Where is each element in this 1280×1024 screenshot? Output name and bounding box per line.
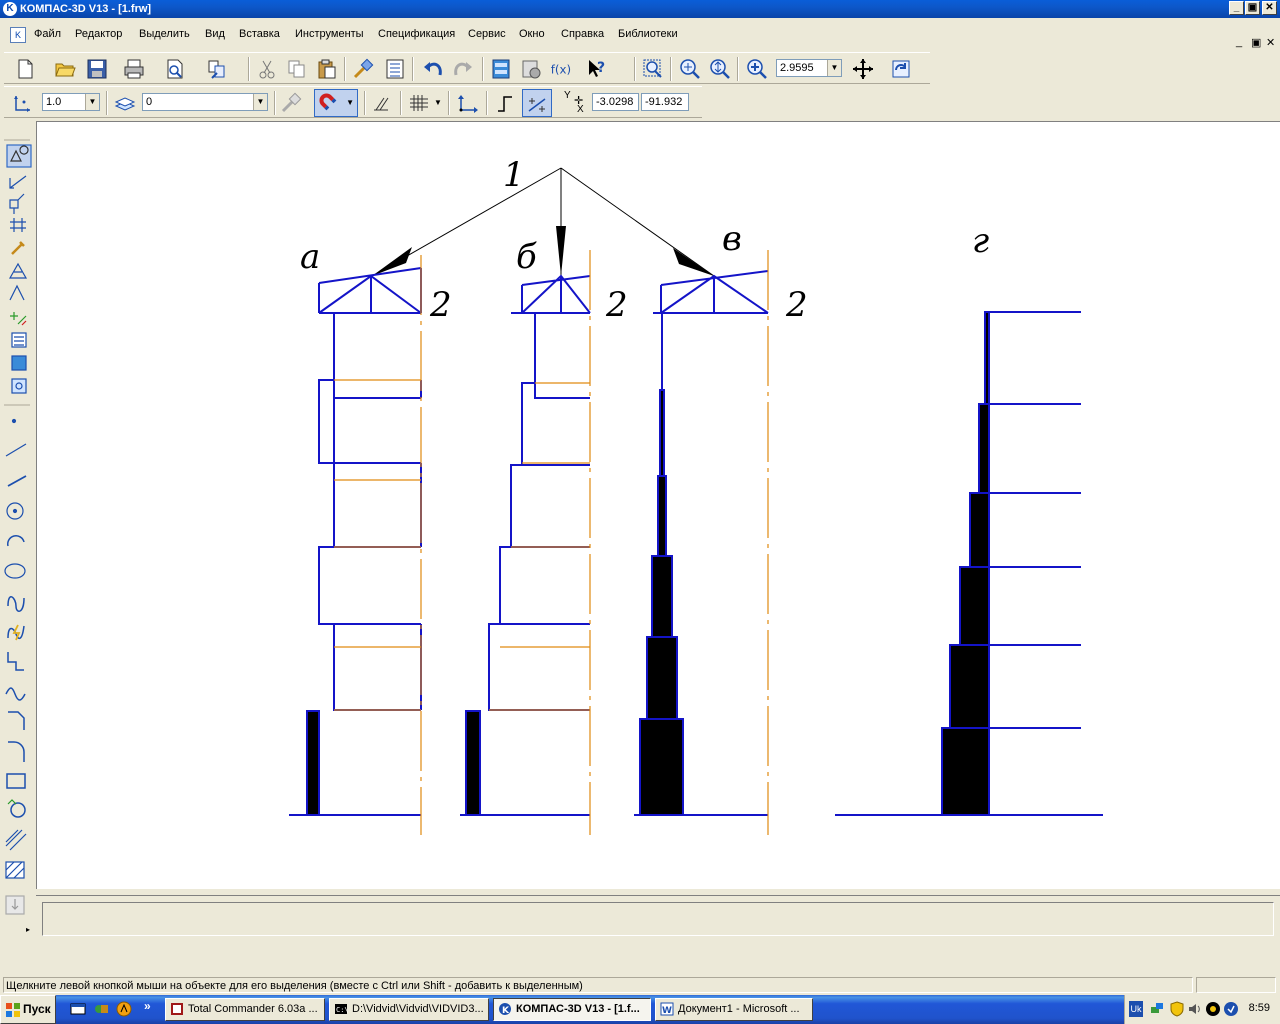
word-icon: W [660,1002,674,1016]
figure-a-fill [306,710,320,816]
quick-launch-more[interactable]: » [144,999,151,1013]
arrowhead [673,248,714,276]
start-label: Пуск [23,1002,51,1016]
measure-icon[interactable] [8,262,28,279]
designations-icon[interactable] [9,193,25,214]
label-g: г [972,221,989,261]
segment-icon[interactable] [7,475,27,487]
kompas-icon: K [499,1003,511,1016]
figure-a-orange [334,255,422,835]
antivirus-icon[interactable] [1205,1001,1221,1017]
arrowhead [556,226,566,276]
shield-icon[interactable] [1169,1001,1185,1017]
taskbar-kompas[interactable]: K КОМПАС-3D V13 - [1.f... [493,998,651,1021]
total-commander-icon [171,1003,183,1015]
taskbar-label: D:\Vidvid\Vidvid\VIDVID3... [352,1003,484,1015]
network-tool-icon[interactable] [93,1001,109,1017]
status-cell [1196,977,1276,993]
insert-fragment-icon[interactable] [11,355,27,371]
clock: 8:59 [1248,1002,1270,1014]
start-button[interactable]: Пуск [0,995,56,1024]
show-desktop-icon[interactable] [70,1001,86,1017]
console-icon: C:\ [335,1004,348,1014]
chamfer-icon[interactable] [8,711,25,730]
spline-icon[interactable] [7,596,25,612]
taskbar-label: Документ1 - Microsoft ... [678,1003,800,1015]
status-bar: Щелкните левой кнопкой мыши на объекте д… [0,976,1280,994]
update-icon[interactable] [1223,1001,1239,1017]
label-2-a: 2 [429,285,452,325]
nurbs-icon[interactable] [5,687,26,701]
taskbar-total-commander[interactable]: Total Commander 6.03a ... [165,998,325,1021]
point-icon[interactable] [11,418,17,424]
auxiliary-line-icon[interactable] [5,443,27,457]
left-toolbar-icons [4,144,32,915]
volume-icon[interactable] [1187,1001,1203,1017]
property-panel [36,895,1280,940]
figure-b-fill [465,710,481,816]
quick-launch-app-icon[interactable] [116,1001,132,1017]
svg-text:K: K [502,1006,510,1016]
language-indicator[interactable]: Uk [1129,1001,1143,1017]
windows-flag-icon [6,1003,20,1017]
figure-b-orange [489,250,591,835]
network-icon[interactable] [1149,1001,1165,1017]
arc-icon[interactable] [7,535,25,547]
parametrization-icon[interactable] [11,241,25,255]
label-2-b: 2 [605,285,628,325]
dimensions-icon[interactable] [9,175,27,189]
label-v: в [722,219,742,259]
chevron-right-icon[interactable]: ▸ [0,925,36,937]
system-tray: Uk 8:59 [1124,995,1280,1024]
label-b: б [516,237,537,277]
label-2-v: 2 [785,285,808,325]
svg-text:W: W [662,1006,672,1016]
editing-icon[interactable] [10,218,26,232]
taskbar-label: КОМПАС-3D V13 - [1.f... [516,1003,640,1015]
svg-text:C:\: C:\ [336,1006,348,1014]
leader-lines [371,167,715,277]
select-icon[interactable] [9,284,25,301]
equidistant-icon[interactable] [5,829,27,851]
view-icon[interactable] [11,378,27,394]
status-message: Щелкните левой кнопкой мыши на объекте д… [3,977,1193,993]
fillet-icon[interactable] [8,741,25,762]
taskbar-console[interactable]: C:\ D:\Vidvid\Vidvid\VIDVID3... [329,998,489,1021]
taskbar-word[interactable]: W Документ1 - Microsoft ... [655,998,813,1021]
figure-v-fill [639,389,684,816]
ellipse-icon[interactable] [4,563,26,579]
spec-icon[interactable] [10,312,27,325]
label-a: а [300,237,320,277]
polyline-icon[interactable] [7,652,24,671]
polygon-icon[interactable] [10,802,26,818]
rectangle-icon[interactable] [6,773,26,789]
figure-g-fill [941,311,990,816]
label-1: 1 [503,155,525,195]
taskbar: Пуск » Total Commander 6.03a ... C:\ D:\… [0,995,1280,1024]
drawing-svg: 1 а б в г 2 2 2 [4,139,1103,915]
property-panel-inner [42,902,1274,936]
taskbar-label: Total Commander 6.03a ... [188,1003,318,1015]
